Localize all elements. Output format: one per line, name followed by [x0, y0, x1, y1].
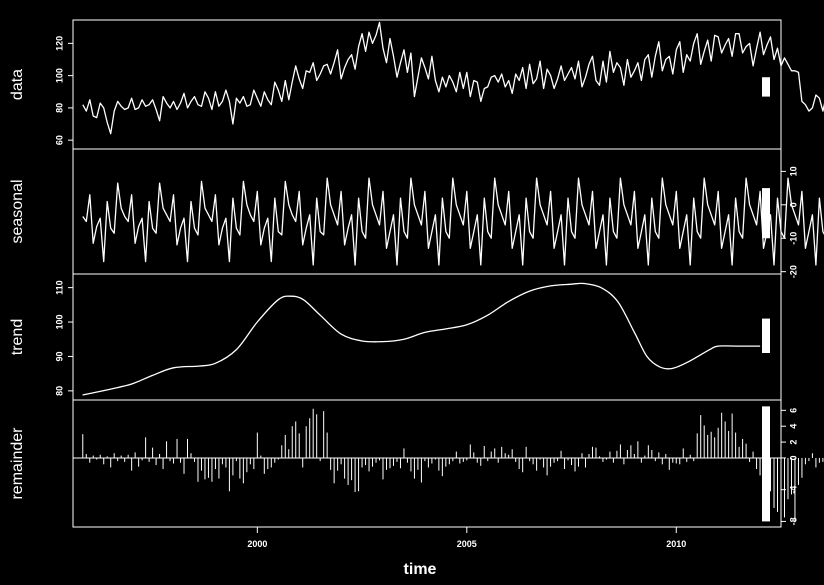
y-tick-label: 2 [788, 440, 798, 445]
y-tick-label: -4 [788, 486, 798, 494]
y-tick-label: 6 [788, 408, 798, 413]
remainder-scale-bar [762, 406, 770, 522]
panel-label-data: data [9, 69, 26, 100]
y-tick-label: 60 [54, 135, 64, 145]
y-tick-label: 4 [788, 424, 798, 429]
y-tick-label: 80 [54, 103, 64, 113]
y-tick-label: -10 [788, 232, 798, 245]
trend-scale-bar [762, 318, 770, 353]
seasonal-series-line [82, 177, 824, 266]
panel-remainder: -8 -4 0 2 4 6 remainder [9, 399, 824, 528]
y-tick-label: 80 [54, 386, 64, 396]
y-tick-label: 0 [788, 202, 798, 207]
panel-frame [72, 19, 782, 150]
y-tick-label: 0 [788, 455, 798, 460]
data-scale-bar [762, 77, 770, 97]
y-tick-label: -8 [788, 517, 798, 525]
panel-frame [72, 399, 782, 528]
panel-label-remainder: remainder [9, 427, 26, 500]
trend-series-line [82, 282, 761, 396]
panel-label-trend: trend [9, 319, 26, 355]
y-tick-label: 100 [54, 68, 64, 83]
panel-trend: 80 90 100 110 trend [9, 273, 782, 401]
y-tick-label: 100 [54, 315, 64, 330]
panel-label-seasonal: seasonal [9, 179, 26, 243]
panel-frame [72, 273, 782, 401]
y-tick-label: 120 [54, 36, 64, 51]
panel-seasonal: -20 -10 0 10 seasonal [9, 148, 824, 278]
y-tick-label: 90 [54, 351, 64, 361]
y-tick-label: -20 [788, 265, 798, 278]
y-tick-label: 110 [54, 280, 64, 295]
panel-data: 60 80 100 120 data [9, 19, 824, 150]
y-tick-label: 10 [788, 166, 798, 176]
stl-decomposition-figure: 6080100120data-20-10010seasonal809010011… [9, 19, 824, 578]
seasonal-scale-bar [762, 188, 770, 239]
x-tick-label: 2000 [247, 539, 267, 549]
x-axis-label: time [404, 561, 437, 578]
data-series-line [82, 21, 824, 135]
x-tick-label: 2010 [666, 539, 686, 549]
x-tick-label: 2005 [457, 539, 477, 549]
